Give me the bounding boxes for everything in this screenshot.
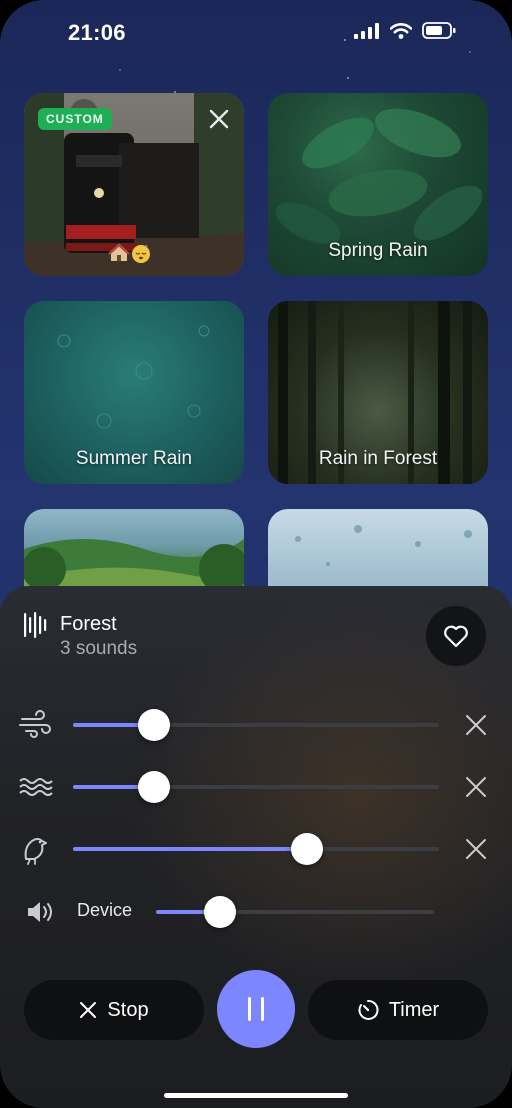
remove-sound-icon[interactable] (464, 713, 488, 737)
battery-icon (422, 22, 456, 39)
device-volume-row: Device (0, 892, 512, 932)
wind-volume-slider[interactable] (73, 709, 439, 741)
emoji-row: z (108, 242, 152, 264)
custom-badge: CUSTOM (38, 108, 112, 130)
device-volume-slider[interactable] (156, 896, 434, 928)
remove-sound-icon[interactable] (464, 775, 488, 799)
slider-knob[interactable] (291, 833, 324, 865)
stop-button[interactable]: Stop (24, 980, 204, 1040)
waves-icon (19, 778, 53, 796)
bird-icon (24, 838, 47, 865)
sound-card-rain-in-forest[interactable]: Rain in Forest (268, 301, 488, 484)
card-label: Summer Rain (75, 448, 193, 469)
slider-knob[interactable] (137, 771, 170, 803)
status-bar: 21:06 (0, 0, 512, 70)
svg-text:z: z (145, 245, 148, 251)
app-screen: 21:06 CUSTOM z Spring Rain Summer Rain R… (0, 0, 512, 1108)
waveform-icon (24, 612, 47, 638)
stop-label: Stop (107, 998, 149, 1021)
wifi-icon (390, 22, 412, 39)
speaker-icon (28, 902, 52, 922)
heart-icon (444, 625, 468, 648)
sound-card-custom[interactable]: CUSTOM z (24, 93, 244, 276)
mixer-row-wind (0, 705, 512, 745)
pause-icon (248, 997, 264, 1021)
sleeping-face-icon: z (132, 245, 150, 263)
close-icon[interactable] (208, 108, 230, 130)
house-icon (108, 243, 130, 261)
now-playing-title: Forest (60, 613, 117, 635)
cellular-signal-icon (354, 22, 379, 39)
card-label: Rain in Forest (318, 448, 438, 469)
bird-volume-slider[interactable] (73, 833, 439, 865)
pause-button[interactable] (217, 970, 295, 1048)
close-icon (80, 1002, 97, 1018)
remove-sound-icon[interactable] (464, 837, 488, 861)
timer-icon (358, 999, 379, 1020)
mixer-row-bird (0, 829, 512, 869)
timer-label: Timer (388, 998, 440, 1021)
now-playing-subtitle: 3 sounds (60, 638, 138, 659)
device-label: Device (77, 900, 133, 920)
card-label: Spring Rain (328, 240, 428, 261)
sound-card-spring-rain[interactable]: Spring Rain (268, 93, 488, 276)
home-indicator[interactable] (164, 1093, 348, 1098)
player-panel: Forest 3 sounds Device Stop Timer (0, 586, 512, 1108)
wind-icon (19, 710, 51, 738)
favorite-button[interactable] (426, 606, 486, 666)
status-time: 21:06 (68, 20, 126, 45)
mixer-row-waves (0, 767, 512, 807)
slider-knob[interactable] (203, 896, 236, 928)
sound-card-summer-rain[interactable]: Summer Rain (24, 301, 244, 484)
waves-volume-slider[interactable] (73, 771, 439, 803)
timer-button[interactable]: Timer (308, 980, 488, 1040)
slider-knob[interactable] (137, 709, 170, 741)
